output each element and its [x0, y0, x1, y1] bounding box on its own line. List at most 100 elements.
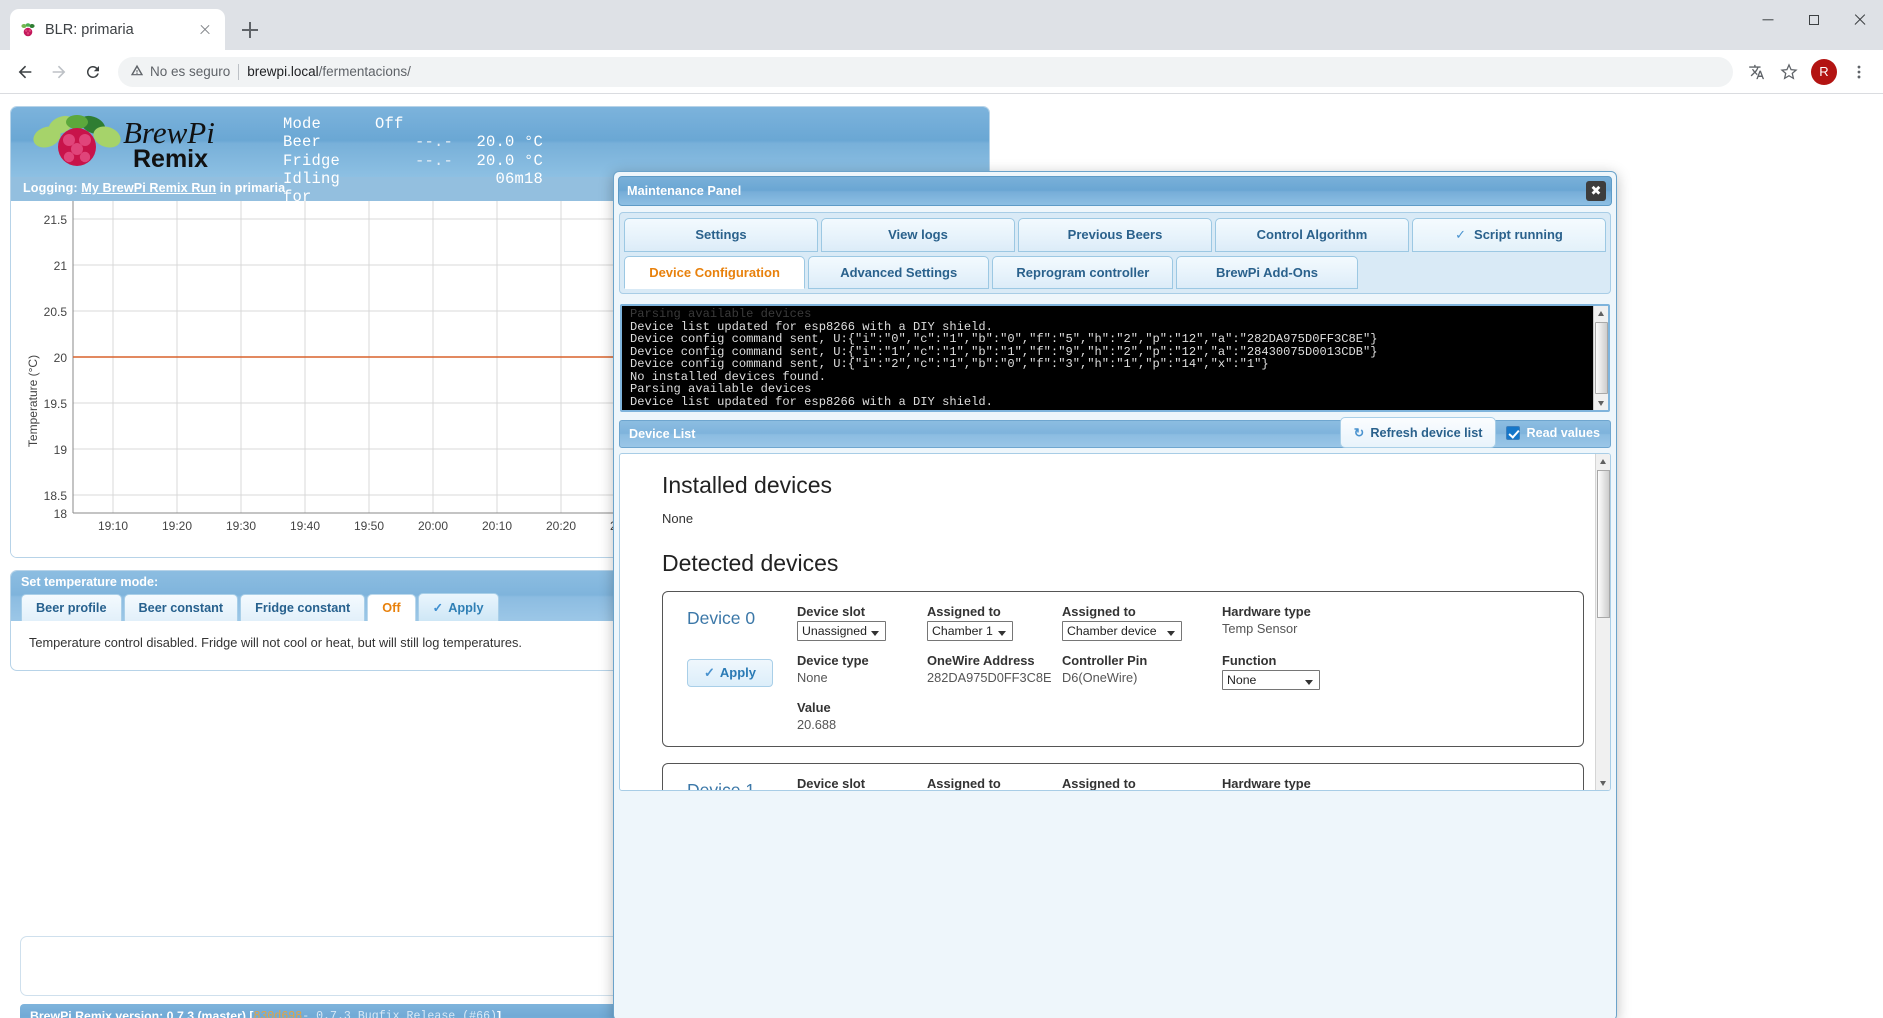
hardware-type-header: Hardware type [1222, 604, 1311, 619]
hardware-type-cell: Hardware type Temp Sensor [1222, 776, 1392, 790]
close-icon[interactable] [1837, 0, 1883, 40]
version-text: BrewPi Remix version: 0.7.3 (master) [ [30, 1009, 254, 1018]
mode-tabs: Beer profile Beer constant Fridge consta… [21, 593, 499, 621]
address-bar[interactable]: No es seguro brewpi.local/fermentacions/ [118, 56, 1733, 87]
value-reading: 20.688 [797, 717, 837, 732]
dialog-title-bar[interactable]: Maintenance Panel ✖ [618, 176, 1612, 206]
assigned-device-header: Assigned to [1062, 776, 1136, 791]
forward-icon[interactable] [44, 57, 74, 87]
browser-tab[interactable]: BLR: primaria [10, 9, 225, 50]
log-console[interactable]: Parsing available devices Device list up… [620, 304, 1610, 412]
device-list-content: Installed devices None Detected devices … [620, 454, 1610, 791]
svg-text:19.5: 19.5 [44, 397, 68, 411]
panel-tabs: Settings View logs Previous Beers Contro… [619, 212, 1611, 294]
mode-tab-beer-constant[interactable]: Beer constant [123, 594, 239, 621]
tab-control-algorithm[interactable]: Control Algorithm [1215, 218, 1409, 252]
function-header: Function [1222, 653, 1277, 668]
read-values-checkbox[interactable] [1506, 425, 1521, 440]
device-slot-cell: Device slot Unassigned [797, 604, 927, 641]
scroll-up-icon[interactable] [1594, 306, 1608, 321]
spacer-cell [687, 690, 797, 732]
device-type-header: Device type [797, 653, 869, 668]
scrollbar-thumb[interactable] [1597, 470, 1610, 618]
status-row-mode: Mode Off [283, 115, 543, 133]
mode-tab-fridge-constant[interactable]: Fridge constant [240, 594, 366, 621]
maintenance-panel-dialog: Maintenance Panel ✖ Settings View logs P… [613, 171, 1617, 1018]
tab-reprogram-controller[interactable]: Reprogram controller [992, 256, 1174, 289]
status-label: Mode [283, 115, 322, 133]
mode-apply-button[interactable]: ✓ Apply [417, 593, 499, 621]
device-slot-select[interactable]: Unassigned [797, 621, 886, 641]
brewpi-header: BrewPi Remix Mode Off Beer --.- 20.0 °C [11, 107, 989, 206]
tab-script-running-label: Script running [1474, 227, 1563, 242]
brewpi-remix-logo: BrewPi Remix [25, 113, 230, 173]
assigned-chamber-cell: Assigned to Chamber 1 [927, 604, 1062, 641]
read-values-toggle[interactable]: Read values [1506, 425, 1608, 440]
logging-run-link[interactable]: My BrewPi Remix Run [81, 181, 216, 195]
avatar[interactable]: R [1811, 58, 1837, 85]
translate-icon[interactable] [1743, 58, 1771, 86]
back-icon[interactable] [10, 57, 40, 87]
svg-text:19:10: 19:10 [98, 519, 128, 533]
svg-text:20:10: 20:10 [482, 519, 512, 533]
onewire-address-value: 282DA975D0FF3C8E [927, 670, 1052, 685]
svg-text:20: 20 [54, 351, 68, 365]
value-header: Value [797, 700, 831, 715]
apply-label: Apply [719, 665, 757, 680]
device-list-body: Installed devices None Detected devices … [619, 453, 1611, 791]
status-unit: 20.0 °C [476, 133, 543, 152]
assigned-chamber-select[interactable]: Chamber 1 [927, 621, 1013, 641]
tab-script-running[interactable]: ✓ Script running [1412, 218, 1606, 252]
onewire-address-header: OneWire Address [927, 653, 1035, 668]
mode-tab-off[interactable]: Off [367, 594, 416, 621]
new-tab-button[interactable] [233, 13, 267, 47]
logging-prefix: Logging: [23, 181, 82, 195]
device-slot-header: Device slot [797, 604, 866, 619]
device-id: Device 0 [687, 608, 756, 628]
tab-device-configuration[interactable]: Device Configuration [624, 256, 806, 289]
assigned-device-select[interactable]: Chamber device [1062, 621, 1182, 641]
apply-button[interactable]: ✓ Apply [687, 659, 774, 687]
tab-settings[interactable]: Settings [624, 218, 818, 252]
svg-text:21: 21 [54, 259, 68, 273]
function-select[interactable]: None [1222, 670, 1320, 690]
security-label: No es seguro [150, 64, 231, 79]
kebab-menu-icon[interactable] [1845, 58, 1873, 86]
device-list-title: Device List [629, 427, 696, 441]
reload-icon[interactable] [78, 57, 108, 87]
tab-brewpi-addons[interactable]: BrewPi Add-Ons [1176, 256, 1358, 289]
svg-text:21.5: 21.5 [44, 213, 68, 227]
version-hash: 830d698 [253, 1009, 303, 1018]
mode-apply-label: Apply [448, 601, 484, 615]
svg-text:18.5: 18.5 [44, 489, 68, 503]
scroll-down-icon[interactable] [1594, 395, 1608, 410]
scroll-down-icon[interactable] [1596, 775, 1610, 790]
minimize-icon[interactable] [1745, 0, 1791, 40]
not-secure-indicator[interactable]: No es seguro [130, 63, 230, 80]
device-slot-header: Device slot [797, 776, 866, 791]
spacer-cell [1062, 690, 1222, 732]
close-icon[interactable] [195, 20, 215, 40]
logging-suffix: in primaria [216, 181, 286, 195]
device-list-scrollbar[interactable] [1595, 454, 1610, 790]
tab-advanced-settings[interactable]: Advanced Settings [808, 256, 990, 289]
close-icon[interactable]: ✖ [1586, 181, 1606, 201]
scroll-up-icon[interactable] [1596, 454, 1610, 469]
status-value: --.- [414, 133, 453, 152]
star-icon[interactable] [1775, 58, 1803, 86]
status-row-beer: Beer --.- 20.0 °C [283, 133, 543, 151]
tab-view-logs[interactable]: View logs [821, 218, 1015, 252]
installed-devices-none: None [662, 511, 694, 526]
device-grid: Device 1 Device slot Unassigned Assigned… [687, 776, 1583, 791]
refresh-device-list-button[interactable]: ↻ Refresh device list [1339, 417, 1497, 448]
console-scrollbar[interactable] [1593, 306, 1608, 410]
mode-tab-beer-profile[interactable]: Beer profile [21, 594, 122, 621]
panel-tab-row-1: Settings View logs Previous Beers Contro… [624, 218, 1606, 252]
scrollbar-thumb[interactable] [1595, 322, 1608, 394]
window-controls [1745, 0, 1883, 40]
page-content: BrewPi Remix Mode Off Beer --.- 20.0 °C [0, 94, 1883, 1018]
tab-previous-beers[interactable]: Previous Beers [1018, 218, 1212, 252]
log-line-7: Device list updated for esp8266 with a D… [630, 394, 993, 409]
function-cell: Function None [1222, 641, 1392, 690]
maximize-icon[interactable] [1791, 0, 1837, 40]
